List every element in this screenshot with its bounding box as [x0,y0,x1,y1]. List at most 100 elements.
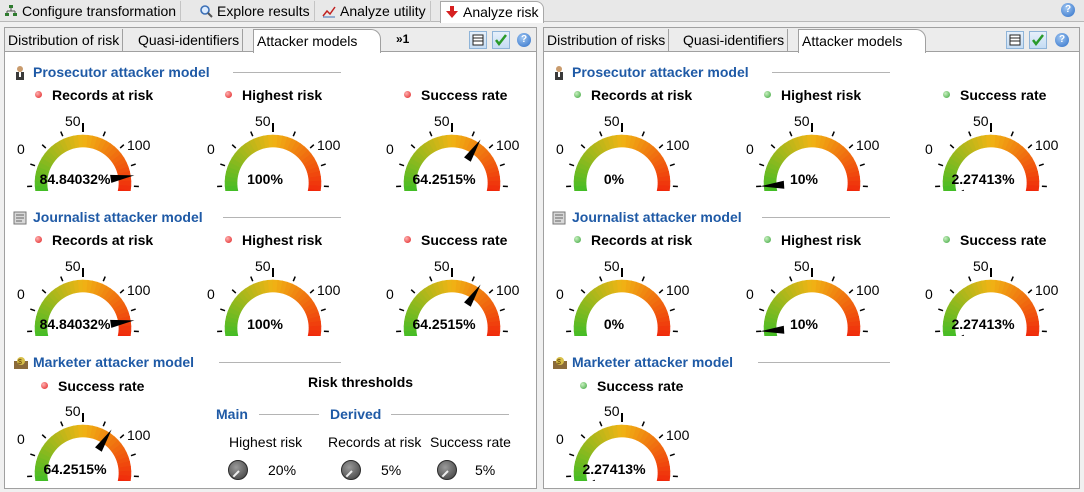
threshold-success-rate-knob[interactable] [437,460,457,480]
apply-button[interactable] [1029,31,1047,49]
gauge-value: 100% [247,316,283,332]
tab-attacker-models[interactable]: Attacker models [253,29,381,53]
chart-line-icon [322,6,336,18]
gauge-value: 64.2515% [412,316,476,332]
status-dot-icon [404,236,411,243]
tab-label: Configure transformation [22,3,177,19]
left-risk-panel: Distribution of risk Quasi-identifiers A… [4,27,537,489]
status-dot-icon [764,236,771,243]
section-title: Journalist attacker model [572,209,742,225]
risk-gauge: 50 0 100 0% [554,258,704,338]
apply-button[interactable] [492,31,510,49]
divider [219,362,341,363]
magnifier-icon [200,5,213,18]
status-dot-icon [225,91,232,98]
prosecutor-icon [13,65,27,81]
section-title: Journalist attacker model [33,209,203,225]
gauge-value: 10% [789,316,819,332]
tab-analyze-risk[interactable]: Analyze risk [440,1,544,23]
gauge-value: 84.84032% [39,171,111,187]
tab-overflow-chevron[interactable]: »1 [393,29,412,51]
section-title: Marketer attacker model [572,354,734,370]
panel-help-icon[interactable]: ? [1055,33,1069,47]
tab-explore-results[interactable]: Explore results [195,1,315,22]
thresholds-derived-heading: Derived [330,406,382,422]
risk-gauge: 50 0 100 2.27413% [554,403,704,483]
threshold-records-at-risk-value: 5% [381,462,402,478]
risk-gauge: 50 0 100 84.84032% [15,113,165,193]
table-icon [472,34,484,46]
section-title: Marketer attacker model [33,354,195,370]
tab-attacker-models[interactable]: Attacker models [798,29,926,53]
tab-configure-transformation[interactable]: Configure transformation [0,1,182,22]
section-marketer: $ Marketer attacker model [552,353,1072,373]
divider [259,414,319,415]
section-prosecutor: Prosecutor attacker model [552,63,1072,83]
risk-gauge: 50 0 100 2.27413% [923,258,1073,338]
gauge-value: 64.2515% [412,171,476,187]
gauge-value: 100% [247,171,283,187]
right-tab-strip: Distribution of risks Quasi-identifiers … [544,28,1079,53]
table-icon [1009,34,1021,46]
status-dot-icon [574,91,581,98]
divider [772,72,890,73]
toggle-table-button[interactable] [1006,31,1024,49]
checkmark-icon [495,34,507,47]
tab-distribution-of-risk[interactable]: Distribution of risk [5,29,124,51]
panel-help-icon[interactable]: ? [517,33,531,47]
status-dot-icon [943,91,950,98]
gauge-value: 2.27413% [951,316,1015,332]
perspective-tab-bar: Configure transformation Explore results… [0,0,1084,23]
section-title: Prosecutor attacker model [33,64,210,80]
threshold-highest-risk-knob[interactable] [228,460,248,480]
threshold-records-at-risk-label: Records at risk [328,434,422,450]
divider [758,362,890,363]
threshold-success-rate-value: 5% [475,462,496,478]
risk-gauge: 50 0 100 64.2515% [384,113,534,193]
section-prosecutor: Prosecutor attacker model [13,63,523,83]
threshold-success-rate-label: Success rate [430,434,511,450]
risk-gauge: 50 0 100 100% [205,258,355,338]
gauge-value: 84.84032% [39,316,111,332]
section-journalist: Journalist attacker model [13,208,523,228]
tab-label: Explore results [217,3,310,19]
section-marketer: $ Marketer attacker model [13,353,523,373]
threshold-records-at-risk-knob[interactable] [341,460,361,480]
tab-label: Analyze utility [340,3,426,19]
right-risk-panel: Distribution of risks Quasi-identifiers … [543,27,1080,489]
gauge-value: 2.27413% [582,461,646,477]
status-dot-icon [225,236,232,243]
tab-label: Analyze risk [463,4,539,20]
journalist-icon [13,210,27,226]
help-icon[interactable]: ? [1061,3,1075,17]
threshold-highest-risk-label: Highest risk [229,434,303,450]
risk-gauge: 50 0 100 100% [205,113,355,193]
risk-gauge: 50 0 100 64.2515% [15,403,165,483]
risk-gauge: 50 0 100 0% [554,113,704,193]
tab-quasi-identifiers[interactable]: Quasi-identifiers [135,29,244,51]
risk-gauge: 50 0 100 10% [744,258,894,338]
tab-distribution-of-risks[interactable]: Distribution of risks [544,29,670,51]
risk-arrow-icon [446,6,458,18]
checkmark-icon [1032,34,1044,47]
marketer-icon: $ [13,355,28,371]
prosecutor-icon [552,65,566,81]
gauge-value: 0% [603,316,625,332]
gauge-value: 2.27413% [951,171,1015,187]
tab-quasi-identifiers[interactable]: Quasi-identifiers [680,29,789,51]
status-dot-icon [404,91,411,98]
tab-analyze-utility[interactable]: Analyze utility [318,1,431,22]
svg-text:$: $ [18,359,22,366]
threshold-highest-risk-value: 20% [268,462,297,478]
toggle-table-button[interactable] [469,31,487,49]
risk-gauge: 50 0 100 10% [744,113,894,193]
gauge-value: 0% [603,171,625,187]
divider [223,217,341,218]
marketer-icon: $ [552,355,567,371]
risk-gauge: 50 0 100 84.84032% [15,258,165,338]
divider [233,72,341,73]
risk-thresholds-title: Risk thresholds [308,374,414,390]
gauge-value: 10% [789,171,819,187]
status-dot-icon [580,382,587,389]
divider [391,414,509,415]
